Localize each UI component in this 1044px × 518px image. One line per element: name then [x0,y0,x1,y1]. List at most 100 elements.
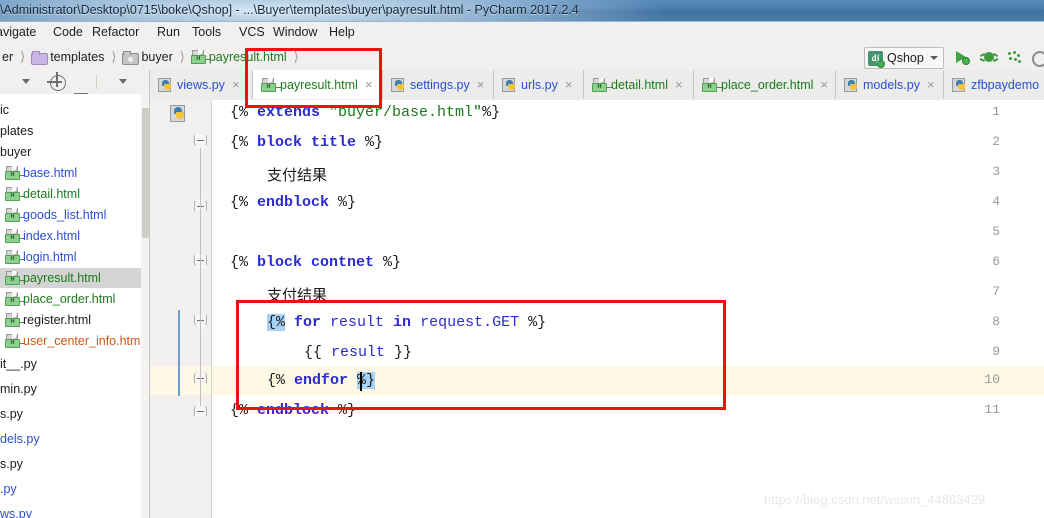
navigation-bar: er ⟩ templates ⟩ buyer ⟩ H payresult.htm… [0,44,1044,71]
run-configuration-selector[interactable]: dj Qshop [864,47,944,69]
run-button[interactable] [953,48,971,66]
fold-marker-line11[interactable] [194,405,207,416]
code-line-2: {% block title %} [230,134,384,151]
html-file-icon: H [5,292,25,306]
editor-tab-strip: views.py × H payresult.html × settings.p… [150,70,1044,101]
html-file-icon: H [592,77,612,92]
tab-label: detail.html [611,77,668,92]
tab-views-py[interactable]: views.py × [150,70,253,99]
tree-item-buyer[interactable]: buyer [0,142,150,162]
tab-label: settings.py [410,77,470,92]
tree-item-init-py[interactable]: it__.py [0,354,150,374]
tree-item-login-html[interactable]: H login.html [0,247,150,267]
file-type-icon [170,105,186,122]
editor-gutter[interactable] [150,100,212,518]
breadcrumb-label-payresult: payresult.html [208,50,287,64]
tree-item-goods-list-html[interactable]: H goods_list.html [0,205,150,225]
menu-item-navigate[interactable]: avigate [0,25,38,39]
tree-item-register-html[interactable]: H register.html [0,310,150,330]
html-file-icon: H [5,208,25,222]
menu-item-refactor[interactable]: Refactor [90,25,141,39]
chevron-down-icon[interactable] [22,79,30,84]
tree-item-index-html[interactable]: H index.html [0,226,150,246]
tab-zfbpaydemo[interactable]: zfbpaydemo [944,70,1044,99]
project-tree-panel: ic plates buyer H base.html H detail.htm… [0,94,150,518]
code-editor[interactable]: 1 2 3 4 5 6 7 8 9 10 11 {% extends "buye… [150,100,1044,518]
tab-settings-py[interactable]: settings.py × [383,70,494,99]
py-file-icon [391,77,405,92]
menu-item-code[interactable]: Code [51,25,85,39]
tab-close-icon[interactable]: × [565,78,573,91]
window-titlebar: \Administrator\Desktop\0715\boke\Qshop] … [0,0,1044,22]
py-file-icon [158,77,172,92]
code-line-3: 支付结果 [267,166,328,184]
tab-label: urls.py [521,77,558,92]
tree-item-tests-py[interactable]: s.py [0,454,150,474]
code-line-6: {% block contnet %} [230,254,402,271]
folder-icon [31,51,49,65]
chevron-down-icon [929,56,938,60]
django-icon: dj [868,50,885,68]
tree-item-admin-py[interactable]: min.py [0,379,150,399]
tab-close-icon[interactable]: × [477,78,485,91]
profile-button[interactable] [1029,48,1044,67]
gear-dropdown-chevron-icon[interactable] [119,79,127,84]
sidebar-scrollbar-thumb[interactable] [142,108,149,238]
locate-icon[interactable] [47,72,66,91]
code-line-4: {% endblock %} [230,194,357,211]
code-text-area[interactable]: {% extends "buyer/base.html"%} {% block … [212,100,1044,518]
menu-item-help[interactable]: Help [327,25,357,39]
tree-item-templates[interactable]: plates [0,121,150,141]
tab-close-icon[interactable]: × [232,78,240,91]
tab-urls-py[interactable]: urls.py × [494,70,584,99]
tab-close-icon[interactable]: × [365,78,373,91]
breadcrumb-item-templates[interactable]: templates [29,50,106,65]
tab-label: views.py [177,77,225,92]
debug-button[interactable] [979,48,999,66]
fold-marker-line2[interactable] [194,135,207,146]
breadcrumb-separator: ⟩ [111,49,117,64]
breadcrumb-label-templates: templates [50,50,105,64]
tab-label: payresult.html [280,77,358,92]
tab-close-icon[interactable]: × [675,78,683,91]
tab-close-icon[interactable]: × [820,78,828,91]
menu-item-run[interactable]: Run [155,25,182,39]
tree-item-payresult-html[interactable]: H payresult.html [0,268,150,288]
breadcrumb-item-buyer[interactable]: buyer [120,50,174,65]
breadcrumb-item-project[interactable]: er [0,50,15,64]
tab-detail-html[interactable]: H detail.html × [584,70,694,99]
tree-item-views-py[interactable]: ws.py [0,504,150,518]
html-file-icon: H [5,229,25,243]
tree-item-base-html[interactable]: H base.html [0,163,150,183]
html-file-icon: H [5,271,25,285]
tree-item-detail-html[interactable]: H detail.html [0,184,150,204]
html-file-icon: H [261,77,281,92]
tab-models-py[interactable]: models.py × [836,70,944,99]
code-line-9: {{ result }} [304,344,413,361]
tree-item-place-order-html[interactable]: H place_order.html [0,289,150,309]
tab-place-order-html[interactable]: H place_order.html × [694,70,836,99]
run-configuration-name: Qshop [887,51,924,65]
menu-bar: avigate Code Refactor Run Tools VCS Wind… [0,22,1044,45]
menu-item-tools[interactable]: Tools [190,25,223,39]
tree-item-apps-py[interactable]: s.py [0,404,150,424]
coverage-button[interactable] [1005,48,1023,66]
code-line-10: {% endfor %} [267,372,376,389]
breadcrumb-separator: ⟩ [179,49,185,64]
tab-payresult-html[interactable]: H payresult.html × [253,70,383,99]
menu-item-window[interactable]: Window [271,25,319,39]
gutter-structure-line [200,148,201,406]
tree-item-models-py[interactable]: dels.py [0,429,150,449]
py-file-icon [952,77,966,92]
code-line-8: {% for result in request.GET %} [267,314,547,331]
breadcrumb-item-payresult[interactable]: H payresult.html [189,50,289,64]
toolbar-divider [96,74,97,89]
html-file-icon: H [702,77,722,92]
breadcrumb: er ⟩ templates ⟩ buyer ⟩ H payresult.htm… [0,44,303,70]
tree-item-urls-py[interactable]: .py [0,479,150,499]
tree-item-user-center-info-html[interactable]: H user_center_info.html [0,331,150,351]
tab-close-icon[interactable]: × [927,78,935,91]
tree-item-static[interactable]: ic [0,100,150,120]
breadcrumb-label-project: er [2,50,14,64]
menu-item-vcs[interactable]: VCS [237,25,267,39]
